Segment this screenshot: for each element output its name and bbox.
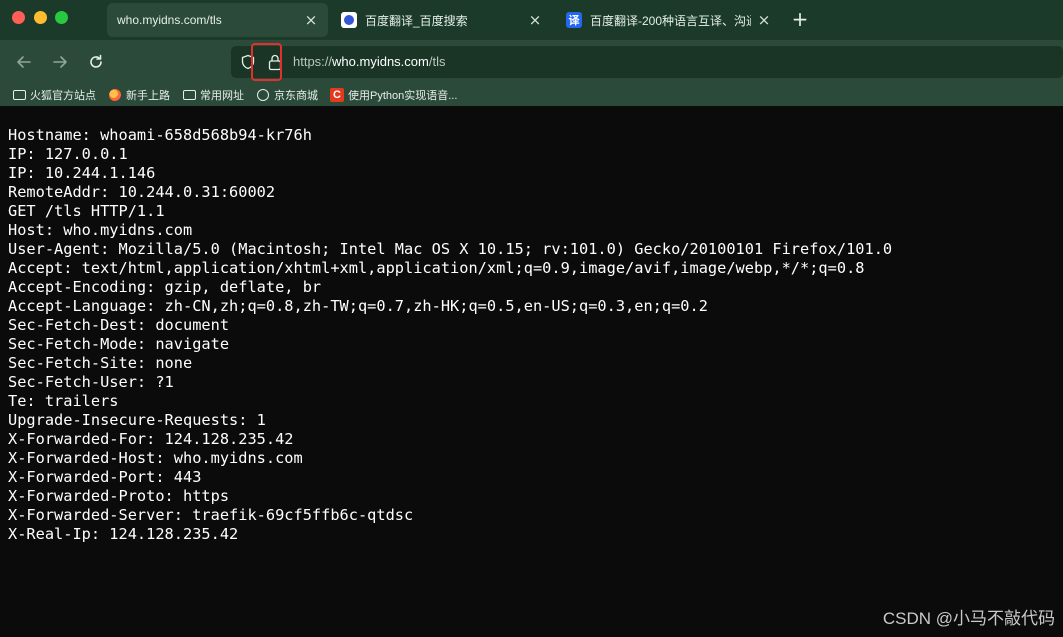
- bookmark-label: 火狐官方站点: [30, 90, 96, 102]
- url-scheme: https://: [293, 54, 333, 69]
- window-maximize-button[interactable]: ⤢: [55, 11, 68, 24]
- tab-baidu-fanyi[interactable]: 译 百度翻译-200种语言互译、沟通全 ×: [556, 3, 781, 37]
- folder-icon: [182, 88, 196, 102]
- tab-label: who.myidns.com/tls: [117, 13, 222, 27]
- bookmark-common-sites[interactable]: 常用网址: [182, 87, 244, 103]
- tab-close-icon[interactable]: ×: [304, 13, 318, 28]
- bookmark-label: 新手上路: [126, 90, 170, 102]
- dump-line: Sec-Fetch-Mode: navigate: [8, 335, 230, 353]
- tab-close-icon[interactable]: ×: [528, 13, 542, 28]
- address-bar[interactable]: https://who.myidns.com/tls: [231, 46, 1063, 78]
- bookmark-jd[interactable]: 京东商城: [256, 87, 318, 103]
- bookmarks-toolbar: 火狐官方站点 新手上路 常用网址 京东商城 C 使用Python实现语音...: [0, 84, 1063, 106]
- globe-icon: [256, 88, 270, 102]
- dump-line: GET /tls HTTP/1.1: [8, 202, 165, 220]
- dump-line: Host: who.myidns.com: [8, 221, 193, 239]
- dump-line: X-Forwarded-Proto: https: [8, 487, 230, 505]
- tab-close-icon[interactable]: ×: [757, 13, 771, 28]
- dump-line: Accept: text/html,application/xhtml+xml,…: [8, 259, 865, 277]
- dump-line: Sec-Fetch-Site: none: [8, 354, 193, 372]
- bookmark-label: 京东商城: [274, 90, 318, 102]
- bookmark-python-voice[interactable]: C 使用Python实现语音...: [330, 87, 457, 103]
- dump-line: Sec-Fetch-Dest: document: [8, 316, 230, 334]
- lock-highlight-box: [251, 43, 282, 81]
- folder-icon: [12, 88, 26, 102]
- arrow-right-icon: [53, 56, 67, 68]
- tab-who-myidns[interactable]: who.myidns.com/tls ×: [107, 3, 328, 37]
- tab-baidu-search[interactable]: 百度翻译_百度搜索 ×: [331, 3, 552, 37]
- dump-line: X-Forwarded-For: 124.128.235.42: [8, 430, 294, 448]
- tab-label: 百度翻译-200种语言互译、沟通全: [590, 13, 751, 28]
- tab-strip: × − ⤢ who.myidns.com/tls × 百度翻译_百度搜索 × 译…: [0, 0, 1063, 40]
- firefox-icon: [108, 88, 122, 102]
- dump-line: Hostname: whoami-658d568b94-kr76h: [8, 126, 312, 144]
- csdn-c-icon: C: [330, 88, 344, 102]
- reload-button[interactable]: [84, 50, 108, 74]
- tab-label: 百度翻译_百度搜索: [365, 13, 468, 28]
- fanyi-icon: 译: [566, 12, 582, 28]
- url-text[interactable]: https://who.myidns.com/tls: [293, 54, 445, 69]
- dump-line: Upgrade-Insecure-Requests: 1: [8, 411, 266, 429]
- window-close-button[interactable]: ×: [12, 11, 25, 24]
- page-content: Hostname: whoami-658d568b94-kr76h IP: 12…: [0, 107, 1063, 637]
- dump-line: X-Forwarded-Port: 443: [8, 468, 202, 486]
- dump-line: Accept-Encoding: gzip, deflate, br: [8, 278, 322, 296]
- dump-line: User-Agent: Mozilla/5.0 (Macintosh; Inte…: [8, 240, 893, 258]
- baidu-paw-icon: [341, 12, 357, 28]
- watermark: CSDN @小马不敲代码: [882, 609, 1055, 628]
- navigation-bar: https://who.myidns.com/tls: [0, 40, 1063, 84]
- request-dump-text: Hostname: whoami-658d568b94-kr76h IP: 12…: [8, 126, 892, 544]
- new-tab-button[interactable]: +: [790, 9, 810, 29]
- bookmark-firefox-official[interactable]: 火狐官方站点: [12, 87, 96, 103]
- url-host: who.myidns.com: [332, 54, 429, 69]
- dump-line: X-Real-Ip: 124.128.235.42: [8, 525, 239, 543]
- back-button[interactable]: [12, 50, 36, 74]
- bookmark-label: 使用Python实现语音...: [348, 90, 458, 102]
- dump-line: Accept-Language: zh-CN,zh;q=0.8,zh-TW;q=…: [8, 297, 708, 315]
- dump-line: Te: trailers: [8, 392, 119, 410]
- url-path: /tls: [428, 54, 446, 69]
- dump-line: Sec-Fetch-User: ?1: [8, 373, 174, 391]
- browser-window: × − ⤢ who.myidns.com/tls × 百度翻译_百度搜索 × 译…: [0, 0, 1063, 637]
- bookmark-getting-started[interactable]: 新手上路: [108, 87, 170, 103]
- dump-line: RemoteAddr: 10.244.0.31:60002: [8, 183, 276, 201]
- dump-line: X-Forwarded-Host: who.myidns.com: [8, 449, 303, 467]
- forward-button[interactable]: [48, 50, 72, 74]
- window-minimize-button[interactable]: −: [34, 11, 47, 24]
- dump-line: IP: 10.244.1.146: [8, 164, 156, 182]
- bookmark-label: 常用网址: [200, 90, 244, 102]
- dump-line: IP: 127.0.0.1: [8, 145, 128, 163]
- dump-line: X-Forwarded-Server: traefik-69cf5ffb6c-q…: [8, 506, 414, 524]
- arrow-left-icon: [17, 56, 31, 68]
- reload-icon: [90, 54, 102, 68]
